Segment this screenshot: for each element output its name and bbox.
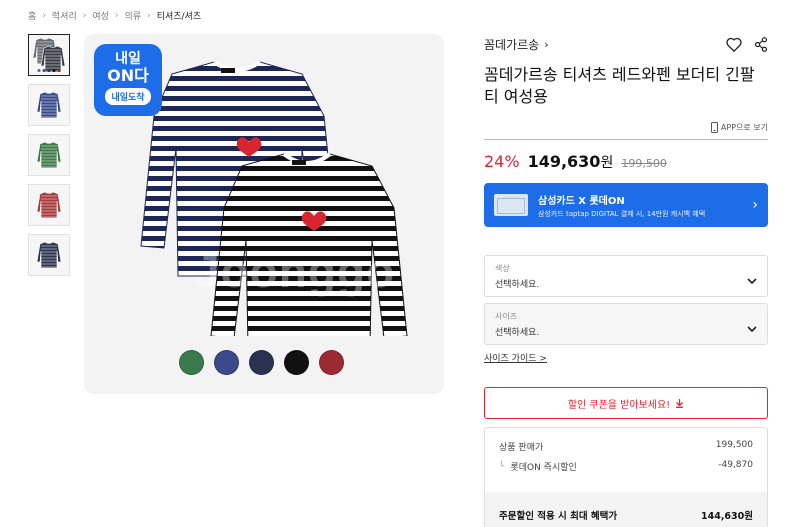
thumbnail-combo[interactable] [28, 34, 70, 76]
coupon-download-button[interactable]: 할인 쿠폰을 받아보세요! [484, 387, 768, 419]
thumbnail-navy-dark[interactable] [28, 234, 70, 276]
app-view-label: APP으로 보기 [720, 123, 768, 132]
original-price: 199,500 [621, 157, 667, 170]
color-dot [47, 69, 51, 72]
sale-price-row: 상품 판매가 199,500 [485, 440, 767, 453]
card-promo-title: 삼성카드 X 롯데ON [538, 195, 625, 207]
breadcrumb-women[interactable]: 여성 [92, 9, 109, 22]
product-page: 홈 › 럭셔리 › 여성 › 의류 › 티셔츠/셔츠 내일 ON다 내일도착 J… [0, 0, 800, 527]
size-select-value: 선택하세요. [495, 328, 540, 338]
chevron-down-icon [747, 270, 757, 289]
brand-name: 꼼데가르송 [484, 37, 540, 52]
instant-discount-row: └ 롯데ON 즉시할인 -49,870 [485, 460, 767, 473]
card-promo-desc: 삼성카드 taptap DIGITAL 결제 시, 14만원 캐시백 혜택 [538, 209, 706, 218]
shirt-icon [36, 241, 62, 269]
color-dot [42, 69, 46, 72]
sale-price-amount: 199,500 [715, 440, 753, 450]
size-select[interactable]: 사이즈 선택하세요. [484, 303, 768, 345]
thumbnail-list [28, 34, 72, 284]
shirt-icon [36, 141, 62, 169]
price-unit: 원 [600, 155, 614, 171]
thumbnail-red[interactable] [28, 184, 70, 226]
discount-rate: 24% [484, 152, 520, 171]
breadcrumb-luxury[interactable]: 럭셔리 [52, 9, 77, 22]
phone-icon [710, 122, 718, 133]
chevron-right-icon: › [42, 10, 46, 21]
chevron-right-icon: › [752, 197, 758, 213]
credit-card-icon [494, 194, 528, 216]
color-select-value: 선택하세요. [495, 280, 540, 290]
thumbnail-green[interactable] [28, 134, 70, 176]
color-swatch-list [179, 350, 344, 375]
color-swatch-5[interactable] [319, 350, 344, 375]
badge-line1: 내일 [115, 51, 141, 67]
price-summary: 상품 판매가 199,500 └ 롯데ON 즉시할인 -49,870 주문할인 … [484, 427, 768, 527]
card-promo-text: 삼성카드 X 롯데ON 삼성카드 taptap DIGITAL 결제 시, 14… [538, 192, 752, 219]
breadcrumb-tshirts[interactable]: 티셔츠/셔츠 [157, 9, 201, 22]
max-benefit-row: 주문할인 적용 시 최대 혜택가 144,630원 [485, 492, 767, 527]
chevron-right-icon: › [147, 10, 151, 21]
product-main-image: 내일 ON다 내일도착 Joonggo [84, 34, 444, 394]
coupon-button-label: 할인 쿠폰을 받아보세요! [567, 399, 671, 411]
instant-discount-amount: -49,870 [718, 460, 753, 470]
divider [484, 139, 768, 140]
action-icons [726, 36, 768, 52]
color-swatch-2[interactable] [214, 350, 239, 375]
breadcrumb-home[interactable]: 홈 [28, 9, 36, 22]
sub-item-icon: └ [499, 461, 505, 472]
price-row: 24% 149,630원 199,500 [484, 152, 768, 172]
instant-discount-label-wrap: └ 롯데ON 즉시할인 [499, 460, 577, 474]
color-dot [57, 69, 61, 72]
color-swatch-3[interactable] [249, 350, 274, 375]
watermark-text: Joonggo [194, 245, 396, 297]
thumbnail-navy[interactable] [28, 84, 70, 126]
product-title: 꼼데가르송 티셔츠 레드와펜 보더티 긴팔티 여성용 [484, 65, 755, 106]
card-promo-banner[interactable]: 삼성카드 X 롯데ON 삼성카드 taptap DIGITAL 결제 시, 14… [484, 183, 768, 227]
shirt-icon [36, 191, 62, 219]
heart-icon[interactable] [726, 37, 742, 52]
chevron-right-icon: › [544, 37, 549, 51]
breadcrumb: 홈 › 럭셔리 › 여성 › 의류 › 티셔츠/셔츠 [28, 9, 201, 23]
sale-price: 149,630원 [528, 152, 614, 172]
shirt-icon [36, 91, 62, 119]
color-select-label: 색상 [495, 264, 510, 273]
breadcrumb-clothing[interactable]: 의류 [125, 9, 142, 22]
color-select[interactable]: 색상 선택하세요. [484, 255, 768, 297]
color-dots [37, 69, 61, 72]
app-view-link[interactable]: APP으로 보기 [484, 122, 768, 133]
chevron-down-icon [747, 318, 757, 337]
lotteon-tomorrow-badge: 내일 ON다 내일도착 [94, 44, 162, 116]
color-swatch-1[interactable] [179, 350, 204, 375]
max-benefit-amount: 144,630원 [700, 511, 753, 522]
download-icon [675, 398, 684, 408]
sale-price-value: 149,630 [527, 152, 601, 171]
chevron-right-icon: › [114, 10, 119, 21]
color-dot [37, 69, 41, 72]
brand-row: 꼼데가르송 › [484, 34, 768, 54]
chevron-right-icon: › [82, 10, 87, 21]
instant-discount-label: 롯데ON 즉시할인 [510, 463, 577, 473]
color-swatch-4[interactable] [284, 350, 309, 375]
max-benefit-label: 주문할인 적용 시 최대 혜택가 [499, 511, 618, 522]
size-guide-link[interactable]: 사이즈 가이드 > [484, 351, 547, 364]
product-info: 꼼데가르송 › 꼼데가르송 티셔츠 레드와펜 보더티 긴팔티 여성용 APP으로… [484, 34, 768, 527]
sale-price-label: 상품 판매가 [499, 443, 544, 453]
size-select-label: 사이즈 [495, 312, 518, 321]
brand-link[interactable]: 꼼데가르송 › [484, 36, 549, 53]
share-icon[interactable] [754, 36, 768, 52]
badge-line2: ON다 [107, 66, 149, 85]
color-dot [52, 69, 56, 72]
badge-line3: 내일도착 [105, 88, 151, 105]
shirt-icon [32, 38, 66, 72]
